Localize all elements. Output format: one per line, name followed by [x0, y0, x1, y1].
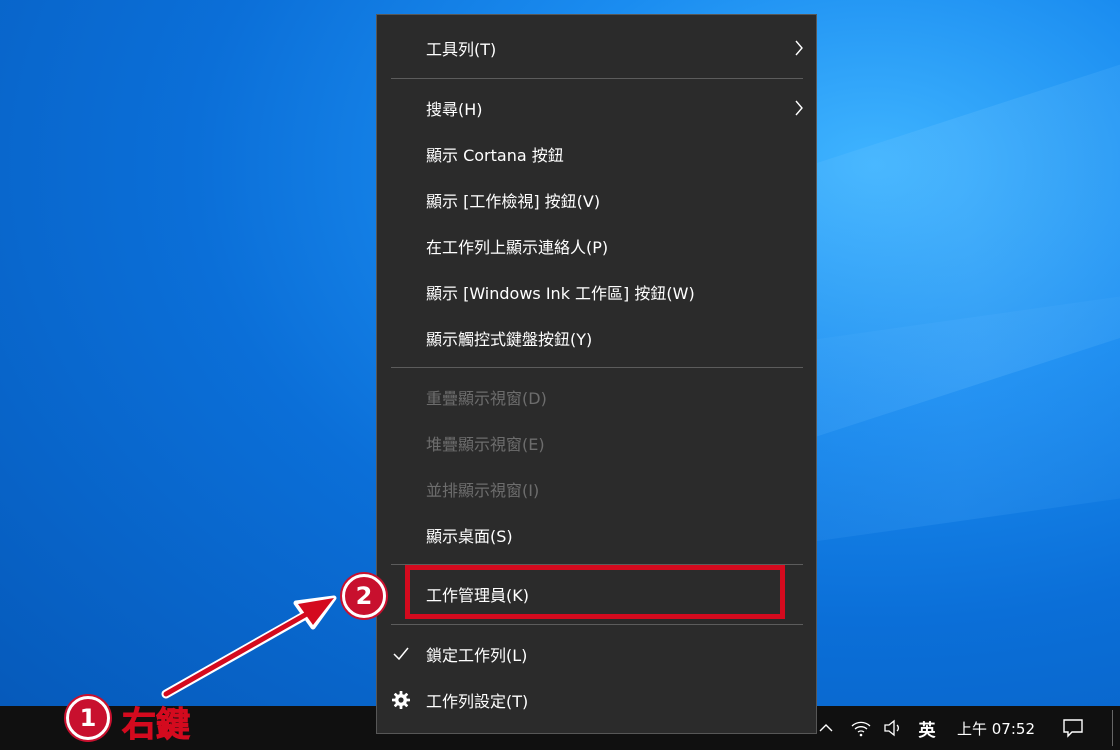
- menu-item-label: 重疊顯示視窗(D): [426, 389, 547, 408]
- volume-icon: [884, 719, 899, 737]
- menu-item-label: 工作列設定(T): [426, 692, 529, 711]
- menu-separator: [391, 624, 803, 625]
- menu-item-label: 顯示 [工作檢視] 按鈕(V): [426, 192, 601, 211]
- taskbar-context-menu: 工具列(T) 搜尋(H) 顯示 Cortana 按鈕 顯示 [工作檢視] 按鈕(…: [376, 14, 817, 734]
- menu-item-label: 在工作列上顯示連絡人(P): [426, 238, 609, 257]
- clock[interactable]: 上午 07:52: [950, 706, 1042, 750]
- menu-item-taskbar-settings[interactable]: 工作列設定(T): [377, 680, 816, 720]
- menu-item-search[interactable]: 搜尋(H): [377, 88, 816, 128]
- menu-item-show-people[interactable]: 在工作列上顯示連絡人(P): [377, 226, 816, 266]
- menu-item-show-touch-keyboard-button[interactable]: 顯示觸控式鍵盤按鈕(Y): [377, 318, 816, 358]
- menu-separator: [391, 78, 803, 79]
- menu-item-label: 顯示桌面(S): [426, 527, 513, 546]
- menu-item-show-desktop[interactable]: 顯示桌面(S): [377, 515, 816, 555]
- menu-item-stack-windows: 堆疊顯示視窗(E): [377, 423, 816, 463]
- step-1-badge: 1: [66, 696, 110, 740]
- menu-item-label: 並排顯示視窗(I): [426, 481, 540, 500]
- chevron-right-icon: [795, 40, 803, 56]
- menu-item-label: 工具列(T): [426, 40, 497, 59]
- menu-item-toolbars[interactable]: 工具列(T): [377, 28, 816, 68]
- menu-item-cascade-windows: 重疊顯示視窗(D): [377, 377, 816, 417]
- menu-item-label: 顯示 [Windows Ink 工作區] 按鈕(W): [426, 284, 695, 303]
- menu-item-show-task-view-button[interactable]: 顯示 [工作檢視] 按鈕(V): [377, 180, 816, 220]
- menu-item-label: 堆疊顯示視窗(E): [426, 435, 545, 454]
- menu-item-label: 鎖定工作列(L): [426, 646, 528, 665]
- action-center-button[interactable]: [1056, 706, 1090, 750]
- menu-item-show-cortana-button[interactable]: 顯示 Cortana 按鈕: [377, 134, 816, 174]
- input-method-indicator[interactable]: 英: [912, 706, 942, 750]
- menu-item-label: 顯示 Cortana 按鈕: [426, 146, 564, 165]
- volume-button[interactable]: [880, 706, 906, 750]
- checkmark-icon: [393, 647, 409, 661]
- menu-item-label: 顯示觸控式鍵盤按鈕(Y): [426, 330, 593, 349]
- menu-item-label: 搜尋(H): [426, 100, 483, 119]
- task-manager-highlight-box: [405, 565, 785, 619]
- gear-icon: [392, 691, 410, 709]
- menu-item-show-windows-ink-button[interactable]: 顯示 [Windows Ink 工作區] 按鈕(W): [377, 272, 816, 312]
- notification-icon: [1063, 719, 1083, 738]
- menu-item-side-by-side-windows: 並排顯示視窗(I): [377, 469, 816, 509]
- show-desktop-divider: [1112, 710, 1113, 746]
- show-hidden-icons-button[interactable]: [814, 706, 838, 750]
- chevron-right-icon: [795, 100, 803, 116]
- menu-item-lock-taskbar[interactable]: 鎖定工作列(L): [377, 634, 816, 674]
- wifi-icon: [851, 721, 871, 737]
- step-2-badge: 2: [342, 574, 386, 618]
- step-1-label: 右鍵: [122, 705, 191, 746]
- chevron-up-icon: [819, 724, 833, 732]
- menu-separator: [391, 367, 803, 368]
- network-button[interactable]: [848, 706, 874, 750]
